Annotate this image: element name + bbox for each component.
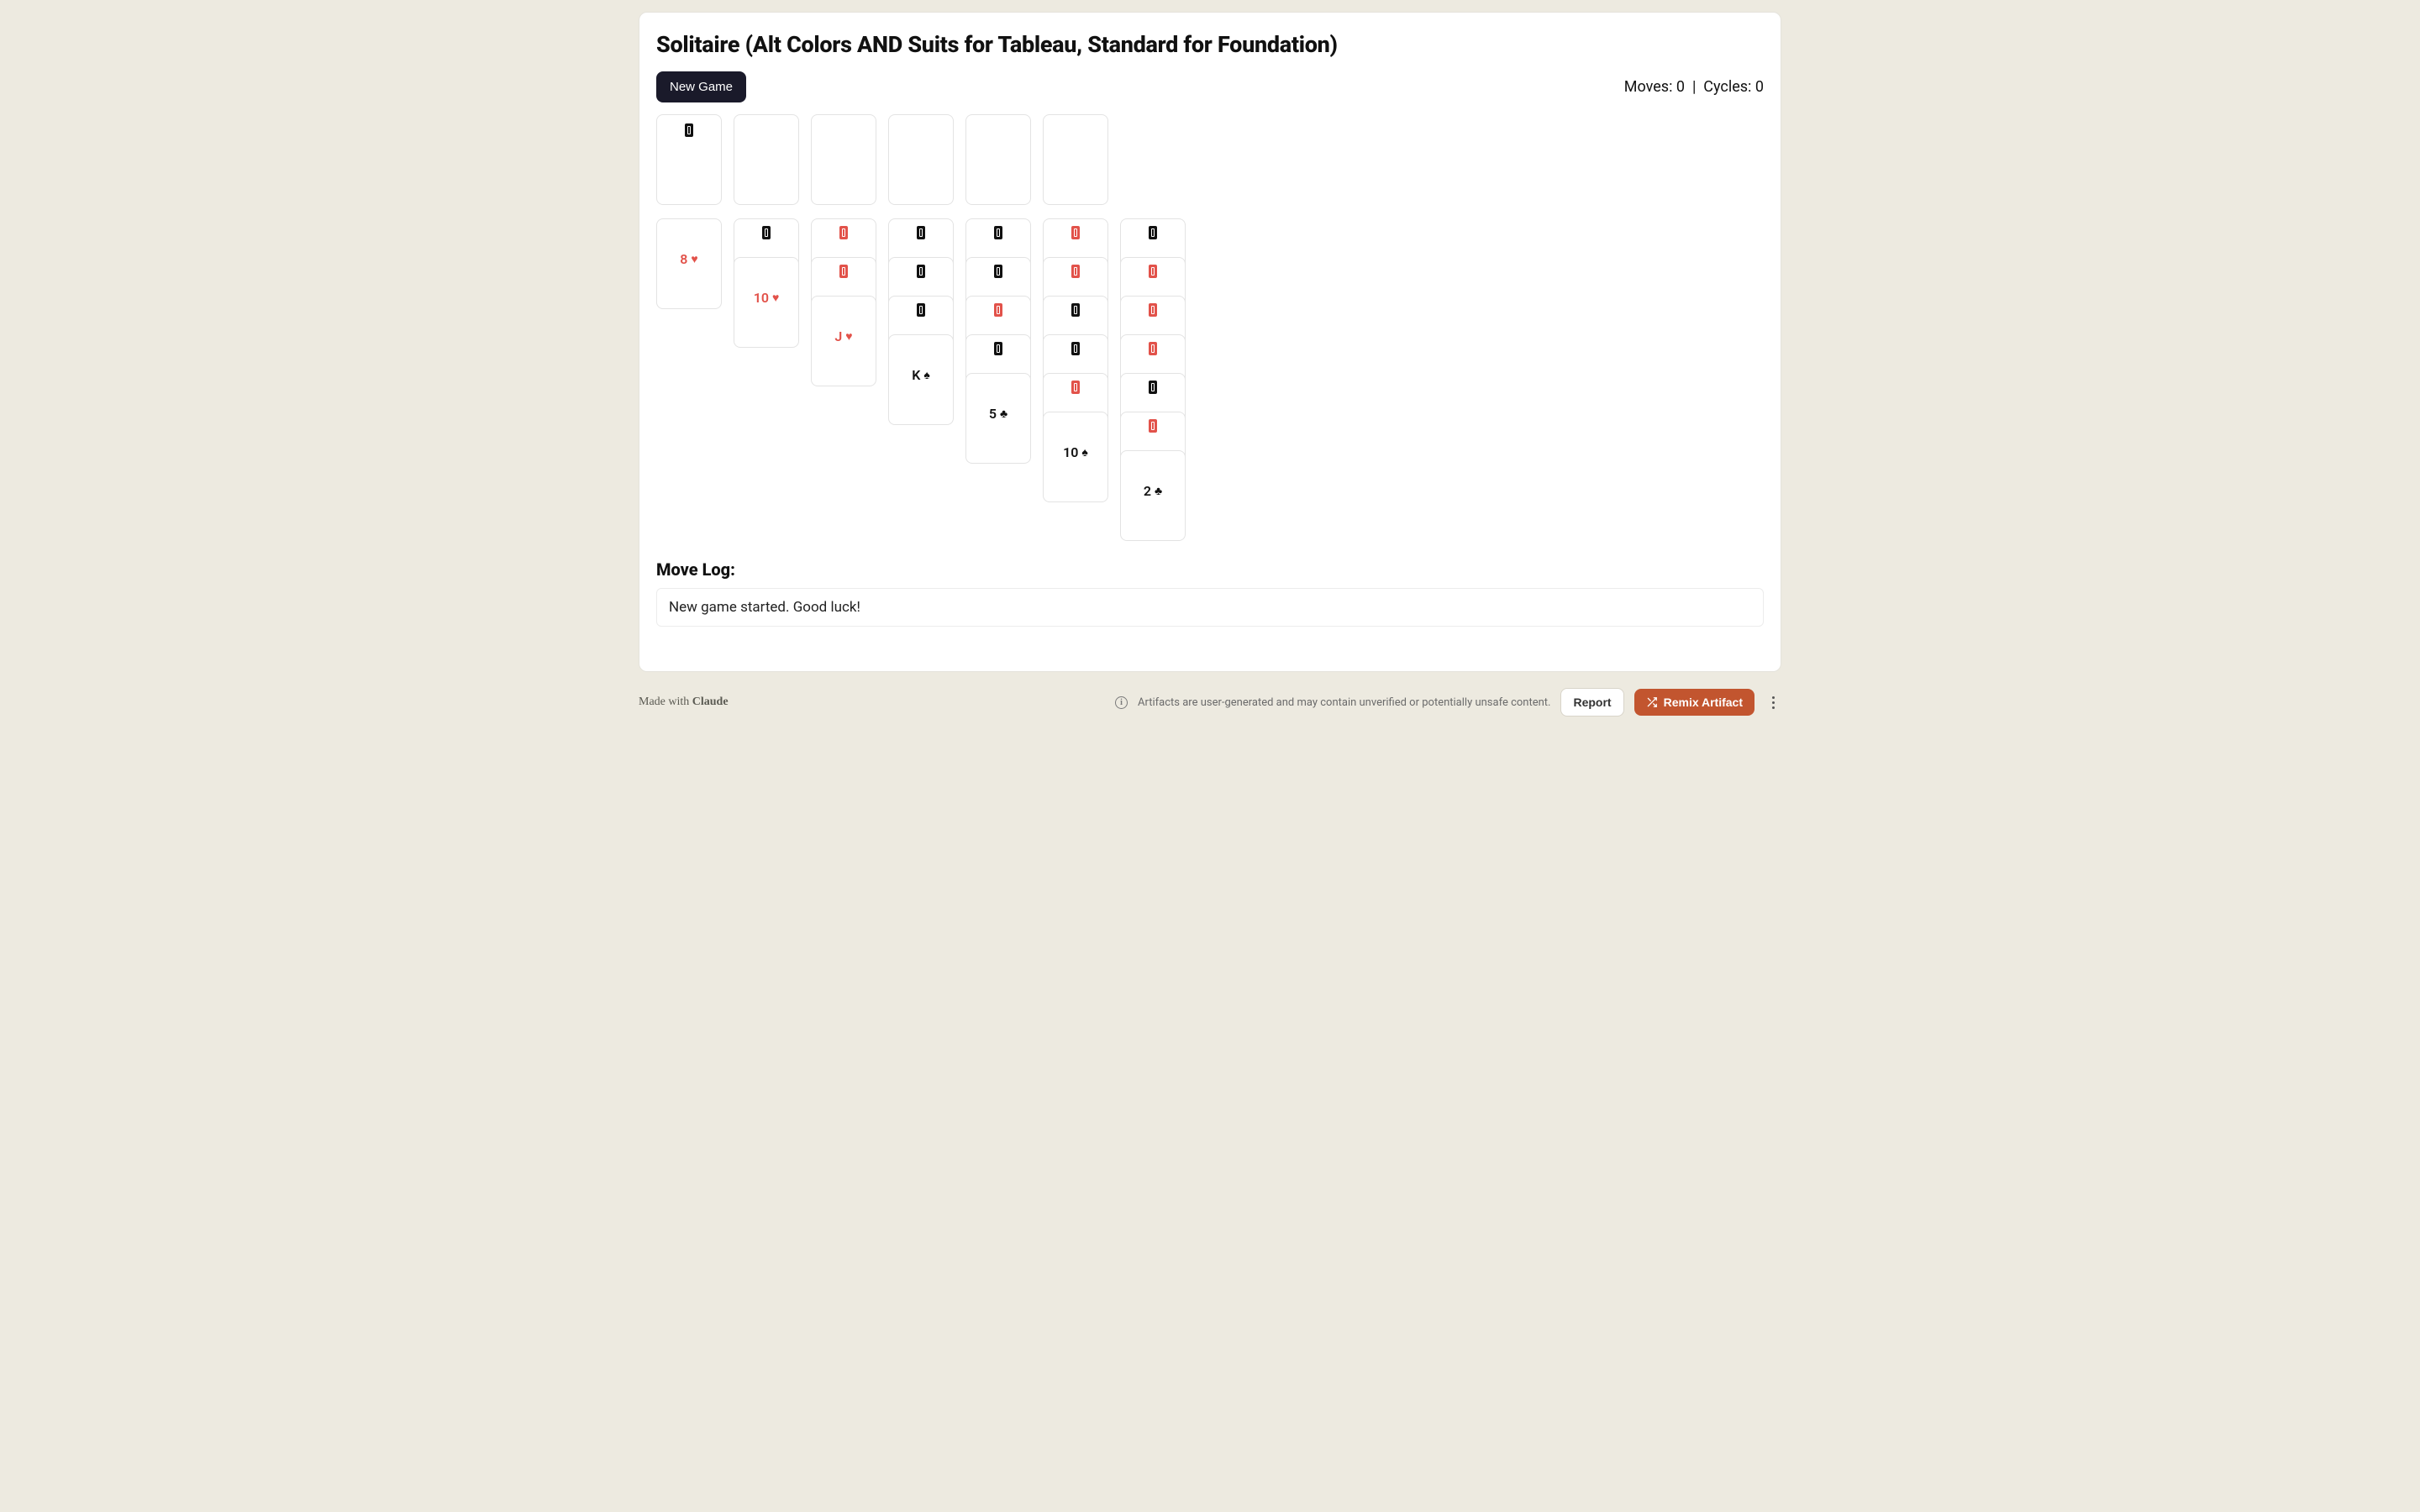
- new-game-button[interactable]: New Game: [656, 71, 746, 102]
- shuffle-icon: [1646, 696, 1658, 708]
- toolbar: New Game Moves: 0 | Cycles: 0: [656, 71, 1764, 102]
- move-log-title: Move Log:: [656, 559, 1764, 580]
- club-icon: ♣: [1155, 486, 1162, 497]
- card-back-icon: [994, 342, 1002, 355]
- foundation-slot-2[interactable]: [888, 114, 954, 205]
- card-rank: 8: [680, 251, 687, 267]
- card-back-icon: [685, 123, 693, 137]
- card-face-up[interactable]: 10 ♠: [1043, 412, 1108, 502]
- heart-icon: ♥: [845, 331, 852, 343]
- foundation-slot-3[interactable]: [965, 114, 1031, 205]
- card-back-icon: [917, 303, 925, 317]
- club-icon: ♣: [1000, 408, 1007, 420]
- card-back-icon: [1071, 265, 1080, 278]
- card-face-up[interactable]: 8 ♥: [656, 218, 722, 309]
- top-row: [656, 114, 1764, 205]
- card-rank: K: [912, 367, 920, 383]
- card-back-icon: [1149, 419, 1157, 433]
- card-label: 8 ♥: [680, 251, 697, 267]
- card-back-icon: [1149, 265, 1157, 278]
- info-icon: i: [1115, 696, 1128, 709]
- card-back-icon: [1149, 342, 1157, 355]
- card-rank: 10: [754, 290, 769, 306]
- card-back-icon: [1149, 303, 1157, 317]
- stock-pile[interactable]: [656, 114, 722, 205]
- card-label: 10 ♠: [1063, 444, 1088, 460]
- remix-button[interactable]: Remix Artifact: [1634, 689, 1754, 716]
- tableau-pile-6[interactable]: 10 ♠: [1043, 218, 1108, 502]
- tableau-pile-1[interactable]: 8 ♥: [656, 218, 722, 309]
- more-menu-button[interactable]: [1765, 691, 1781, 714]
- card-back-icon: [762, 226, 771, 239]
- spade-icon: ♠: [1081, 447, 1087, 459]
- card-face-up[interactable]: 5 ♣: [965, 373, 1031, 464]
- foundation-slot-4[interactable]: [1043, 114, 1108, 205]
- card-label: K ♠: [912, 367, 930, 383]
- card-back-icon: [839, 226, 848, 239]
- remix-label: Remix Artifact: [1664, 696, 1743, 709]
- move-log-entry: New game started. Good luck!: [669, 599, 1751, 616]
- card-back-icon: [1071, 303, 1080, 317]
- card-rank: 5: [989, 406, 997, 422]
- report-button[interactable]: Report: [1560, 688, 1623, 717]
- page-title: Solitaire (Alt Colors AND Suits for Tabl…: [656, 31, 1764, 58]
- card-face-up[interactable]: K ♠: [888, 334, 954, 425]
- card-back-icon: [839, 265, 848, 278]
- card-back-icon: [994, 226, 1002, 239]
- footer: Made with Claude i Artifacts are user-ge…: [639, 684, 1781, 721]
- card-label: 5 ♣: [989, 406, 1007, 422]
- move-log: New game started. Good luck!: [656, 588, 1764, 627]
- card-face-up[interactable]: J ♥: [811, 296, 876, 386]
- card-label: 10 ♥: [754, 290, 780, 306]
- card-back-icon: [1071, 381, 1080, 394]
- warning-text: Artifacts are user-generated and may con…: [1138, 696, 1550, 709]
- card-back-icon: [917, 265, 925, 278]
- card-rank: 2: [1144, 483, 1151, 499]
- tableau-pile-2[interactable]: 10 ♥: [734, 218, 799, 348]
- tableau-pile-7[interactable]: 2 ♣: [1120, 218, 1186, 541]
- brand-name: Claude: [692, 696, 729, 708]
- made-with-prefix: Made with: [639, 696, 692, 708]
- heart-icon: ♥: [691, 254, 697, 265]
- card-back-icon: [1149, 381, 1157, 394]
- card-back-icon: [917, 226, 925, 239]
- tableau-pile-5[interactable]: 5 ♣: [965, 218, 1031, 464]
- foundation-slot-1[interactable]: [811, 114, 876, 205]
- tableau-pile-3[interactable]: J ♥: [811, 218, 876, 386]
- tableau: 8 ♥10 ♥J ♥K ♠5 ♣10 ♠2 ♣: [656, 218, 1764, 541]
- made-with: Made with Claude: [639, 696, 729, 709]
- cycles-label: Cycles: [1703, 78, 1748, 96]
- tableau-pile-4[interactable]: K ♠: [888, 218, 954, 425]
- card-label: J ♥: [834, 328, 852, 344]
- card-rank: J: [834, 328, 842, 344]
- counters: Moves: 0 | Cycles: 0: [1624, 78, 1764, 96]
- moves-value: 0: [1676, 78, 1685, 96]
- card-face-up[interactable]: 2 ♣: [1120, 450, 1186, 541]
- waste-pile[interactable]: [734, 114, 799, 205]
- heart-icon: ♥: [772, 292, 779, 304]
- spade-icon: ♠: [923, 370, 929, 381]
- moves-label: Moves: [1624, 78, 1669, 96]
- card-back-icon: [1071, 342, 1080, 355]
- card-face-up[interactable]: 10 ♥: [734, 257, 799, 348]
- card-label: 2 ♣: [1144, 483, 1162, 499]
- cycles-value: 0: [1755, 78, 1764, 96]
- card-back-icon: [1149, 226, 1157, 239]
- card-back-icon: [994, 303, 1002, 317]
- game-panel: Solitaire (Alt Colors AND Suits for Tabl…: [639, 12, 1781, 672]
- card-rank: 10: [1063, 444, 1078, 460]
- card-back-icon: [1071, 226, 1080, 239]
- card-back-icon: [994, 265, 1002, 278]
